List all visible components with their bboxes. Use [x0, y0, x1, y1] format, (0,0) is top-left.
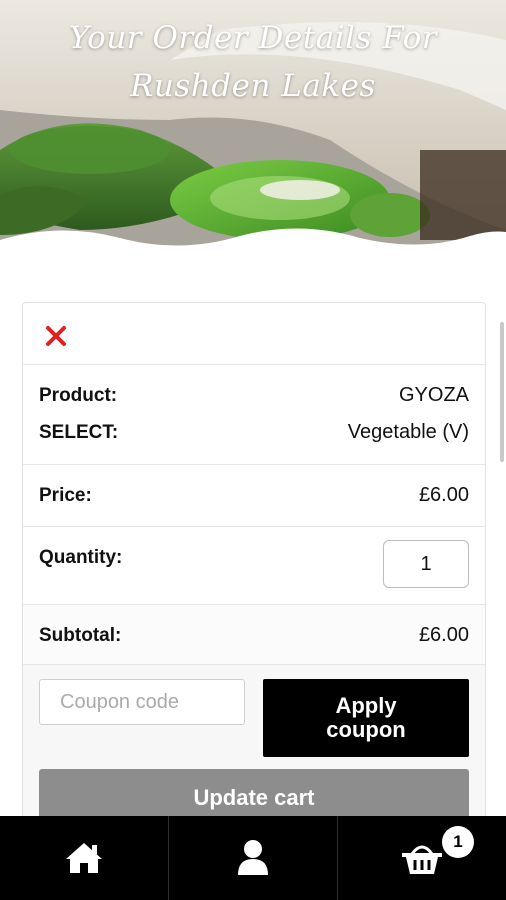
subtotal-label: Subtotal: [39, 625, 122, 646]
apply-coupon-button[interactable]: Apply coupon [263, 679, 469, 757]
product-name: GYOZA [398, 384, 469, 406]
nav-account[interactable] [168, 816, 337, 900]
remove-row [23, 303, 485, 365]
home-icon [66, 843, 102, 873]
nav-cart[interactable]: 1 [337, 816, 506, 900]
basket-icon [402, 845, 442, 874]
hero-banner: Your Order Details For Rushden Lakes [0, 0, 506, 270]
bottom-nav: 1 [0, 816, 506, 900]
quantity-label: Quantity: [39, 547, 123, 568]
quantity-row: Quantity: [23, 527, 485, 605]
quantity-input[interactable] [383, 540, 469, 588]
page-title: Your Order Details For Rushden Lakes [68, 20, 438, 104]
select-label: SELECT: [39, 422, 119, 443]
price-label: Price: [39, 485, 92, 506]
cart-item-card: Product: GYOZA SELECT: Vegetable (V) Pri… [22, 302, 486, 900]
subtotal-row: Subtotal: £6.00 [23, 605, 485, 665]
cart-count-badge: 1 [442, 826, 474, 858]
cart-screen: Your Order Details For Rushden Lakes Pro… [0, 0, 506, 900]
price-value: £6.00 [418, 484, 469, 506]
coupon-input[interactable] [39, 679, 245, 725]
select-value: Vegetable (V) [347, 421, 469, 443]
nav-home[interactable] [0, 816, 168, 900]
scrollbar[interactable] [500, 322, 504, 462]
product-label: Product: [39, 385, 118, 406]
subtotal-value: £6.00 [418, 624, 469, 646]
close-icon[interactable] [45, 325, 67, 347]
user-icon [238, 840, 268, 875]
product-row: Product: GYOZA SELECT: Vegetable (V) [23, 365, 485, 465]
price-row: Price: £6.00 [23, 465, 485, 527]
